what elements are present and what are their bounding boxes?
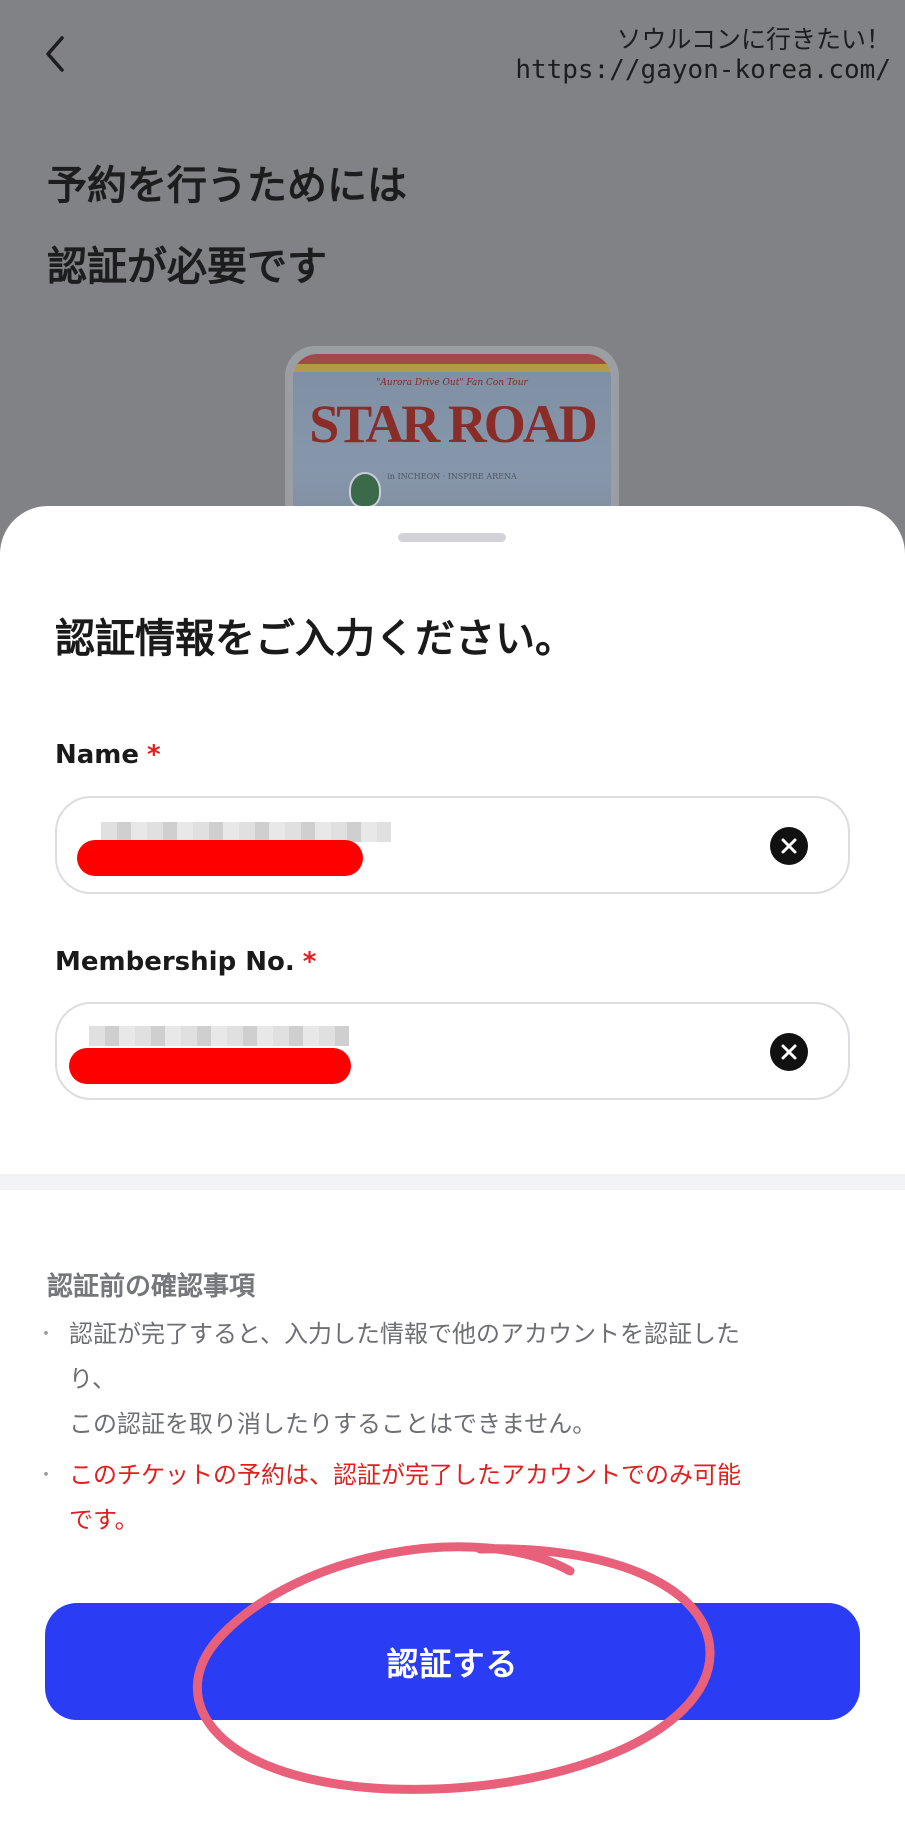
poster-title: STAR ROAD [309, 394, 598, 454]
notice-list: 認証が完了すると、入力した情報で他のアカウントを認証した り、 この認証を取り消… [37, 1312, 847, 1543]
poster-venue: in INCHEON · INSPIRE ARENA [387, 472, 517, 481]
name-label: Name * [55, 740, 161, 770]
clear-membership-button[interactable] [770, 1033, 808, 1071]
notice-item-warning: このチケットの予約は、認証が完了したアカウントでのみ可能 です。 [37, 1453, 847, 1543]
required-mark: * [147, 740, 161, 770]
redaction-bar [69, 1048, 351, 1084]
chevron-left-icon [46, 36, 64, 72]
notice-line: 認証が完了すると、入力した情報で他のアカウントを認証した [69, 1320, 741, 1348]
notice-title: 認証前の確認事項 [47, 1272, 256, 1302]
heading-line-2: 認証が必要です [47, 244, 327, 290]
section-divider [0, 1174, 905, 1190]
membership-input[interactable] [55, 1002, 850, 1100]
close-circle-icon [781, 1044, 797, 1060]
heading-line-1: 予約を行うためには [47, 163, 407, 209]
page-heading: 予約を行うためには 認証が必要です [47, 146, 407, 308]
sheet-title: 認証情報をご入力ください。 [55, 616, 575, 662]
clear-name-button[interactable] [770, 827, 808, 865]
sheet-drag-handle[interactable] [398, 533, 506, 542]
poster-stripe [293, 354, 611, 364]
pixelated-text [101, 822, 391, 842]
membership-label: Membership No. * [55, 947, 316, 977]
required-mark: * [302, 947, 317, 977]
auth-screen: ソウルコンに行きたい！ https://gayon-korea.com/ 予約を… [0, 0, 905, 1823]
poster-subtitle: "Aurora Drive Out" Fan Con Tour [376, 378, 528, 388]
pixelated-text [89, 1026, 349, 1046]
notice-line: このチケットの予約は、認証が完了したアカウントでのみ可能 [69, 1461, 741, 1489]
back-button[interactable] [42, 32, 82, 76]
watermark-text: ソウルコンに行きたい！ [616, 25, 891, 54]
close-circle-icon [781, 838, 797, 854]
name-label-text: Name [55, 740, 140, 770]
authenticate-button[interactable]: 認証する [45, 1603, 860, 1720]
redaction-bar [77, 840, 363, 876]
notice-line: り、 [69, 1365, 117, 1393]
watermark: ソウルコンに行きたい！ https://gayon-korea.com/ [515, 24, 891, 86]
notice-line: この認証を取り消したりすることはできません。 [69, 1410, 597, 1438]
watermark-url: https://gayon-korea.com/ [515, 55, 891, 85]
notice-item: 認証が完了すると、入力した情報で他のアカウントを認証した り、 この認証を取り消… [37, 1312, 847, 1447]
auth-bottom-sheet: 認証情報をご入力ください。 Name * Membership No. * 認証… [0, 506, 905, 1823]
membership-label-text: Membership No. [55, 947, 295, 977]
name-input[interactable] [55, 796, 850, 894]
dimmed-background[interactable]: ソウルコンに行きたい！ https://gayon-korea.com/ 予約を… [0, 0, 905, 560]
notice-line: です。 [69, 1506, 139, 1534]
poster-stripe [293, 364, 611, 372]
